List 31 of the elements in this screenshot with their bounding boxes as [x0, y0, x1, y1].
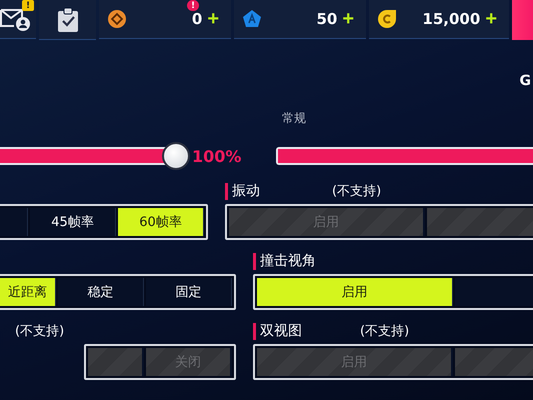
alert-badge: !	[22, 0, 34, 11]
header-text: G	[520, 73, 531, 89]
section-title: 常规	[281, 110, 307, 127]
coin-icon	[377, 9, 397, 29]
unsupported-note: (不支持)	[332, 183, 382, 200]
setting-label: 双视图	[253, 322, 360, 340]
option-button[interactable]: 60帧率	[118, 208, 204, 236]
option-button[interactable]: 固定	[146, 278, 232, 306]
slider-thumb[interactable]	[162, 142, 190, 170]
option-button[interactable]: 稳定	[58, 278, 144, 306]
add-button[interactable]: +	[342, 9, 354, 29]
add-button[interactable]: +	[485, 9, 497, 29]
slider-value: 100%	[192, 146, 242, 166]
setting-label: 撞击视角	[253, 252, 360, 270]
option-button[interactable]: 近距离	[0, 278, 56, 306]
option-button[interactable]: 启用	[257, 278, 453, 306]
currency-amount: 50	[316, 10, 338, 28]
currency-amount: 15,000	[422, 10, 480, 28]
volume-slider[interactable]	[0, 142, 190, 170]
currency-amount: 0	[192, 10, 202, 28]
pentagon-icon	[242, 9, 262, 29]
unsupported-note: (不支持)	[360, 323, 410, 340]
unsupported-note: (不支持)	[15, 323, 64, 340]
setting-label: 振动	[225, 182, 332, 200]
clipboard-check-icon[interactable]	[56, 6, 78, 32]
mail-profile-icon[interactable]	[0, 6, 32, 32]
option-button[interactable]: 45帧率	[30, 208, 116, 236]
alert-badge: !	[187, 0, 199, 11]
add-button[interactable]: +	[207, 9, 219, 29]
diamond-coin-icon	[107, 9, 127, 29]
menu-tab[interactable]	[512, 0, 533, 40]
